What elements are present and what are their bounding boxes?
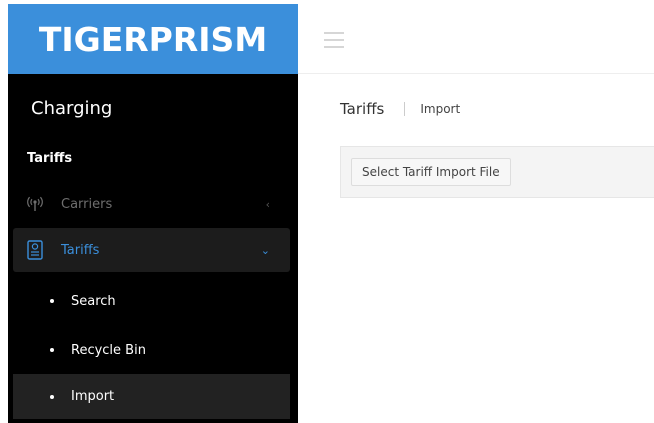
breadcrumb-current: Import — [420, 102, 461, 116]
sidebar-item-tariffs[interactable]: Tariffs ⌄ — [13, 228, 290, 272]
top-bar — [298, 4, 654, 74]
chevron-down-icon: ⌄ — [260, 243, 270, 257]
sidebar-subitem-import[interactable]: Import — [13, 374, 290, 419]
bullet-icon — [50, 348, 54, 352]
sidebar-subitem-label: Search — [71, 293, 116, 309]
sidebar: Charging Tariffs Carriers ‹ Tariffs ⌄ Se… — [8, 74, 298, 423]
sidebar-item-carriers[interactable]: Carriers ‹ — [13, 182, 290, 226]
breadcrumb-separator — [404, 102, 406, 116]
sidebar-title: Charging — [31, 98, 113, 119]
sidebar-subitem-label: Import — [71, 389, 115, 404]
brand-logo[interactable]: TIGERPRISM — [39, 20, 267, 59]
app-root: TIGERPRISM Charging Tariffs Carriers ‹ T… — [0, 0, 654, 423]
bullet-icon — [50, 394, 54, 399]
document-icon — [25, 239, 45, 261]
antenna-icon — [25, 193, 45, 215]
sidebar-item-label: Tariffs — [61, 242, 100, 258]
brand-header: TIGERPRISM — [8, 4, 298, 74]
import-panel: Select Tariff Import File — [340, 146, 654, 198]
breadcrumb: Tariffs Import — [340, 100, 460, 118]
hamburger-icon[interactable] — [324, 32, 344, 48]
select-tariff-import-file-button[interactable]: Select Tariff Import File — [351, 158, 511, 186]
sidebar-item-label: Carriers — [61, 196, 113, 212]
sidebar-subitem-label: Recycle Bin — [71, 342, 146, 358]
sidebar-subitem-recycle-bin[interactable]: Recycle Bin — [13, 327, 290, 373]
bullet-icon — [50, 299, 54, 303]
sidebar-subitem-search[interactable]: Search — [13, 278, 290, 324]
chevron-left-icon: ‹ — [265, 197, 270, 211]
sidebar-section-label: Tariffs — [27, 151, 73, 166]
breadcrumb-root[interactable]: Tariffs — [340, 100, 384, 118]
